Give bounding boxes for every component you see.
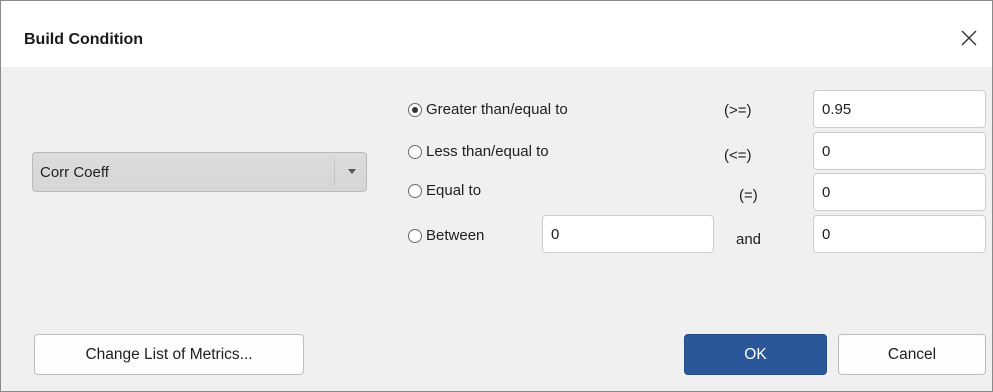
between-and-label: and xyxy=(736,231,762,248)
chevron-down-icon xyxy=(348,169,356,174)
between-to-input[interactable] xyxy=(813,215,986,253)
dropdown-separator xyxy=(334,159,335,185)
radio-label-equal: Equal to xyxy=(426,182,482,199)
radio-label-greater-equal: Greater than/equal to xyxy=(426,101,568,118)
radio-between[interactable]: Between xyxy=(408,227,484,244)
symbol-greater-equal: (>=) xyxy=(724,102,752,119)
symbol-less-equal: (<=) xyxy=(724,147,752,164)
close-button[interactable] xyxy=(954,23,984,53)
less-equal-value-input[interactable] xyxy=(813,132,986,170)
symbol-equal: (=) xyxy=(739,187,758,204)
ok-button[interactable]: OK xyxy=(684,334,827,375)
cancel-button[interactable]: Cancel xyxy=(838,334,986,375)
radio-label-less-equal: Less than/equal to xyxy=(426,143,549,160)
radio-equal[interactable]: Equal to xyxy=(408,182,481,199)
radio-button[interactable] xyxy=(408,228,422,243)
radio-greater-equal[interactable]: Greater than/equal to xyxy=(408,101,568,118)
close-icon xyxy=(961,30,977,46)
dialog-title: Build Condition xyxy=(24,31,144,48)
metric-dropdown-value: Corr Coeff xyxy=(40,164,109,181)
radio-less-equal[interactable]: Less than/equal to xyxy=(408,143,549,160)
radio-button-checked[interactable] xyxy=(408,102,422,117)
title-bar: Build Condition xyxy=(1,1,992,67)
radio-button[interactable] xyxy=(408,183,422,198)
greater-equal-value-input[interactable] xyxy=(813,90,986,128)
change-list-of-metrics-button[interactable]: Change List of Metrics... xyxy=(34,334,304,375)
between-from-input[interactable] xyxy=(542,215,714,253)
radio-button[interactable] xyxy=(408,144,422,159)
build-condition-dialog: Build Condition Corr Coeff Greater than/… xyxy=(0,0,993,392)
metric-dropdown[interactable]: Corr Coeff xyxy=(32,152,367,192)
radio-label-between: Between xyxy=(426,227,485,244)
equal-value-input[interactable] xyxy=(813,173,986,211)
